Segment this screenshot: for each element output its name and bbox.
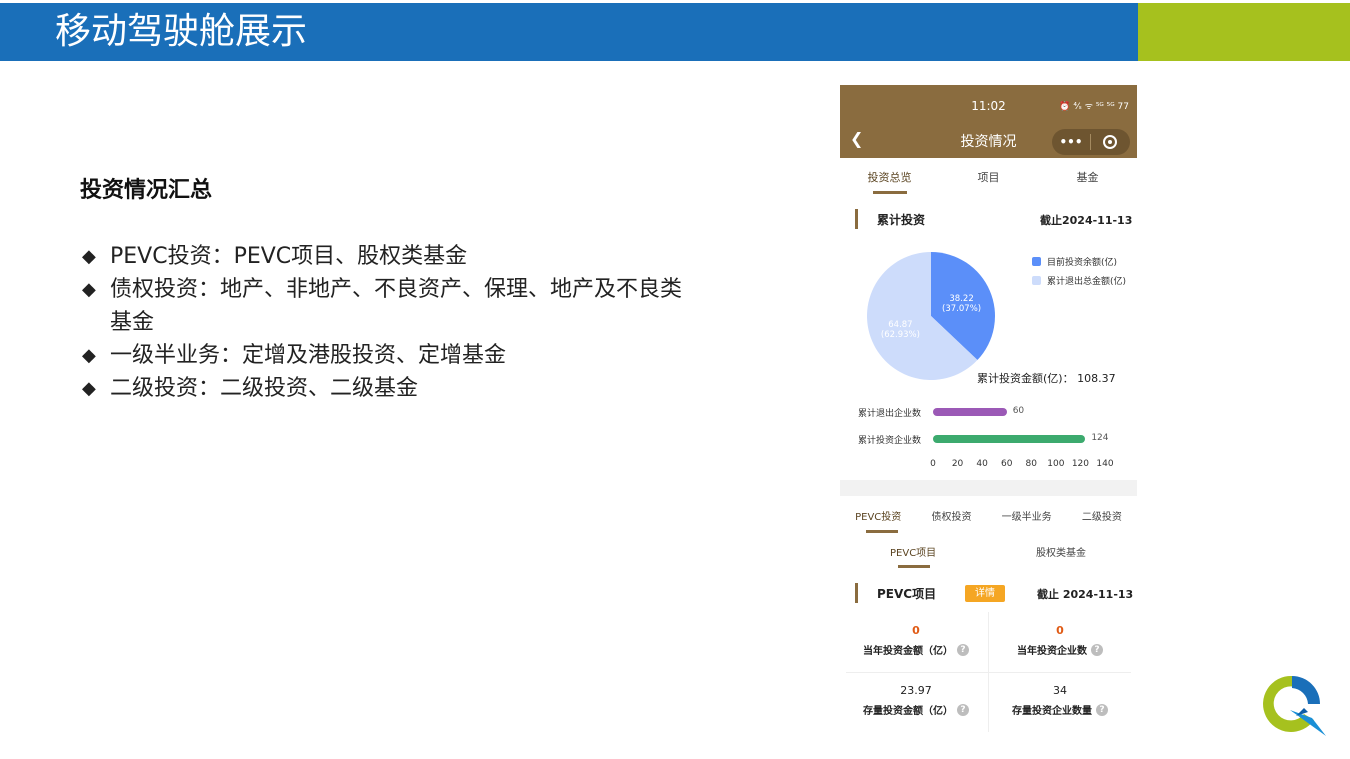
- phone-screenshot: 11:02 ⏰ ⁴⁄ₛ ᯤ ⁵ᴳ ⁵ᴳ 77 ❮ 投资情况 ••• 投资总览 项…: [840, 85, 1137, 735]
- diamond-icon: ◆: [82, 345, 96, 366]
- tab-pevc-project[interactable]: PEVC项目: [890, 544, 936, 559]
- slide-title: 移动驾驶舱展示: [55, 11, 308, 52]
- help-icon[interactable]: ?: [957, 643, 969, 656]
- bar-value-exits: 60: [1012, 406, 1025, 416]
- stat-label: 当年投资企业数?: [990, 642, 1130, 657]
- bullet-item: ◆ 一级半业务：定增及港股投资、定增基金: [82, 339, 682, 372]
- axis-tick-label: 100: [1047, 459, 1065, 469]
- total-investment: 累计投资金额(亿)： 108.37: [977, 370, 1116, 386]
- stat-value: 0: [912, 624, 920, 637]
- cumulative-label: 累计投资: [877, 213, 926, 227]
- legend-item: 累计退出总金额(亿): [1032, 274, 1126, 287]
- more-icon[interactable]: •••: [1052, 135, 1090, 149]
- company-logo: [1263, 675, 1326, 736]
- active-tab-indicator: [873, 191, 907, 194]
- bar-exits: [933, 408, 1007, 416]
- bar-axis-ticks: 0 20 40 60 80 100 120 140: [925, 459, 1115, 473]
- help-icon[interactable]: ?: [957, 703, 969, 716]
- pie-chart: 38.22(37.07%) 64.87(62.93%): [867, 252, 995, 380]
- stat-label: 存量投资金额（亿）?: [846, 702, 986, 717]
- legend-item: 目前投资余额(亿): [1032, 255, 1117, 268]
- legend-swatch: [1032, 276, 1041, 285]
- tab-tier-one-half[interactable]: 一级半业务: [1002, 508, 1052, 523]
- bullet-text: 一级半业务：定增及港股投资、定增基金: [110, 343, 507, 368]
- legend-swatch: [1032, 257, 1041, 266]
- pie-data-label: (62.93%): [881, 330, 920, 340]
- category-tabs: PEVC投资 债权投资 一级半业务 二级投资: [840, 508, 1137, 523]
- pevc-date: 截止 2024-11-13: [1037, 588, 1134, 601]
- bar-value-investments: 124: [1091, 433, 1109, 443]
- legend-label: 目前投资余额(亿): [1047, 258, 1118, 268]
- stat-stock-amount: 23.97 存量投资金额（亿）?: [846, 684, 986, 717]
- active-subtab-indicator: [898, 565, 930, 568]
- bar-investments: [933, 435, 1086, 443]
- tab-projects[interactable]: 项目: [939, 169, 1038, 185]
- pevc-label: PEVC项目: [877, 587, 937, 601]
- axis-tick-label: 140: [1096, 459, 1114, 469]
- pie-data-label: 64.87: [888, 320, 912, 330]
- bullet-item: ◆ 债权投资：地产、非地产、不良资产、保理、地产及不良类基金: [82, 273, 682, 339]
- close-circle-icon[interactable]: [1091, 135, 1129, 149]
- section-marker: [855, 583, 858, 603]
- stat-label: 当年投资金额（亿）?: [846, 642, 986, 657]
- bullet-text: 债权投资：地产、非地产、不良资产、保理、地产及不良类基金: [110, 277, 683, 335]
- diamond-icon: ◆: [82, 378, 96, 399]
- bullet-text: 二级投资：二级投资、二级基金: [110, 376, 419, 401]
- axis-tick-label: 20: [951, 459, 964, 469]
- stat-label: 存量投资企业数量?: [990, 702, 1130, 717]
- stat-stock-count: 34 存量投资企业数量?: [990, 684, 1130, 717]
- tab-overview[interactable]: 投资总览: [840, 169, 939, 185]
- stat-value: 0: [1056, 624, 1064, 637]
- section-title: 投资情况汇总: [80, 178, 213, 203]
- axis-tick-label: 0: [930, 459, 936, 469]
- pie-data-label: 38.22: [949, 294, 973, 304]
- top-tabs: 投资总览 项目 基金: [840, 169, 1137, 185]
- bullet-text: PEVC投资：PEVC项目、股权类基金: [110, 244, 468, 269]
- bar-label-exits: 累计退出企业数: [858, 409, 922, 419]
- axis-tick-label: 40: [976, 459, 988, 469]
- stat-year-count: 0 当年投资企业数?: [990, 624, 1130, 657]
- tab-pevc[interactable]: PEVC投资: [855, 508, 901, 523]
- axis-tick-label: 80: [1025, 459, 1038, 469]
- status-icons: ⏰ ⁴⁄ₛ ᯤ ⁵ᴳ ⁵ᴳ 77: [1059, 102, 1129, 112]
- mini-program-capsule: •••: [1052, 129, 1130, 155]
- legend-label: 累计退出总金额(亿): [1047, 277, 1127, 287]
- pie-data-label: (37.07%): [942, 304, 981, 314]
- bullet-item: ◆ 二级投资：二级投资、二级基金: [82, 372, 682, 405]
- diamond-icon: ◆: [82, 279, 96, 300]
- tab-funds[interactable]: 基金: [1038, 169, 1137, 185]
- total-label: 累计投资金额(亿)：: [977, 372, 1074, 385]
- help-icon[interactable]: ?: [1096, 703, 1108, 716]
- stat-value: 34: [1053, 684, 1067, 697]
- total-value: 108.37: [1077, 372, 1116, 385]
- axis-tick-label: 120: [1071, 459, 1090, 469]
- help-icon[interactable]: ?: [1091, 643, 1103, 656]
- detail-button[interactable]: 详情: [965, 585, 1005, 602]
- bar-label-investments: 累计投资企业数: [858, 436, 922, 446]
- tab-equity-fund[interactable]: 股权类基金: [1036, 544, 1086, 559]
- cumulative-date: 截止2024-11-13: [1040, 214, 1133, 227]
- section-marker: [855, 209, 858, 229]
- section-separator: [840, 480, 1137, 496]
- grid-divider: [846, 672, 1131, 673]
- slide: 移动驾驶舱展示 投资情况汇总 ◆ PEVC投资：PEVC项目、股权类基金 ◆ 债权投…: [0, 0, 1350, 759]
- title-accent-block: [1138, 3, 1350, 61]
- stat-value: 23.97: [900, 684, 932, 697]
- active-tab-indicator: [866, 530, 898, 533]
- axis-tick-label: 60: [1000, 459, 1013, 469]
- stat-grid: 0 当年投资金额（亿）? 0 当年投资企业数? 23.97 存量投资金额（亿）?…: [846, 612, 1131, 732]
- tab-secondary[interactable]: 二级投资: [1082, 508, 1122, 523]
- bullet-item: ◆ PEVC投资：PEVC项目、股权类基金: [82, 240, 682, 273]
- tab-debt[interactable]: 债权投资: [931, 508, 971, 523]
- bullet-list: ◆ PEVC投资：PEVC项目、股权类基金 ◆ 债权投资：地产、非地产、不良资产、保…: [82, 240, 682, 405]
- stat-year-amount: 0 当年投资金额（亿）?: [846, 624, 986, 657]
- diamond-icon: ◆: [82, 246, 96, 267]
